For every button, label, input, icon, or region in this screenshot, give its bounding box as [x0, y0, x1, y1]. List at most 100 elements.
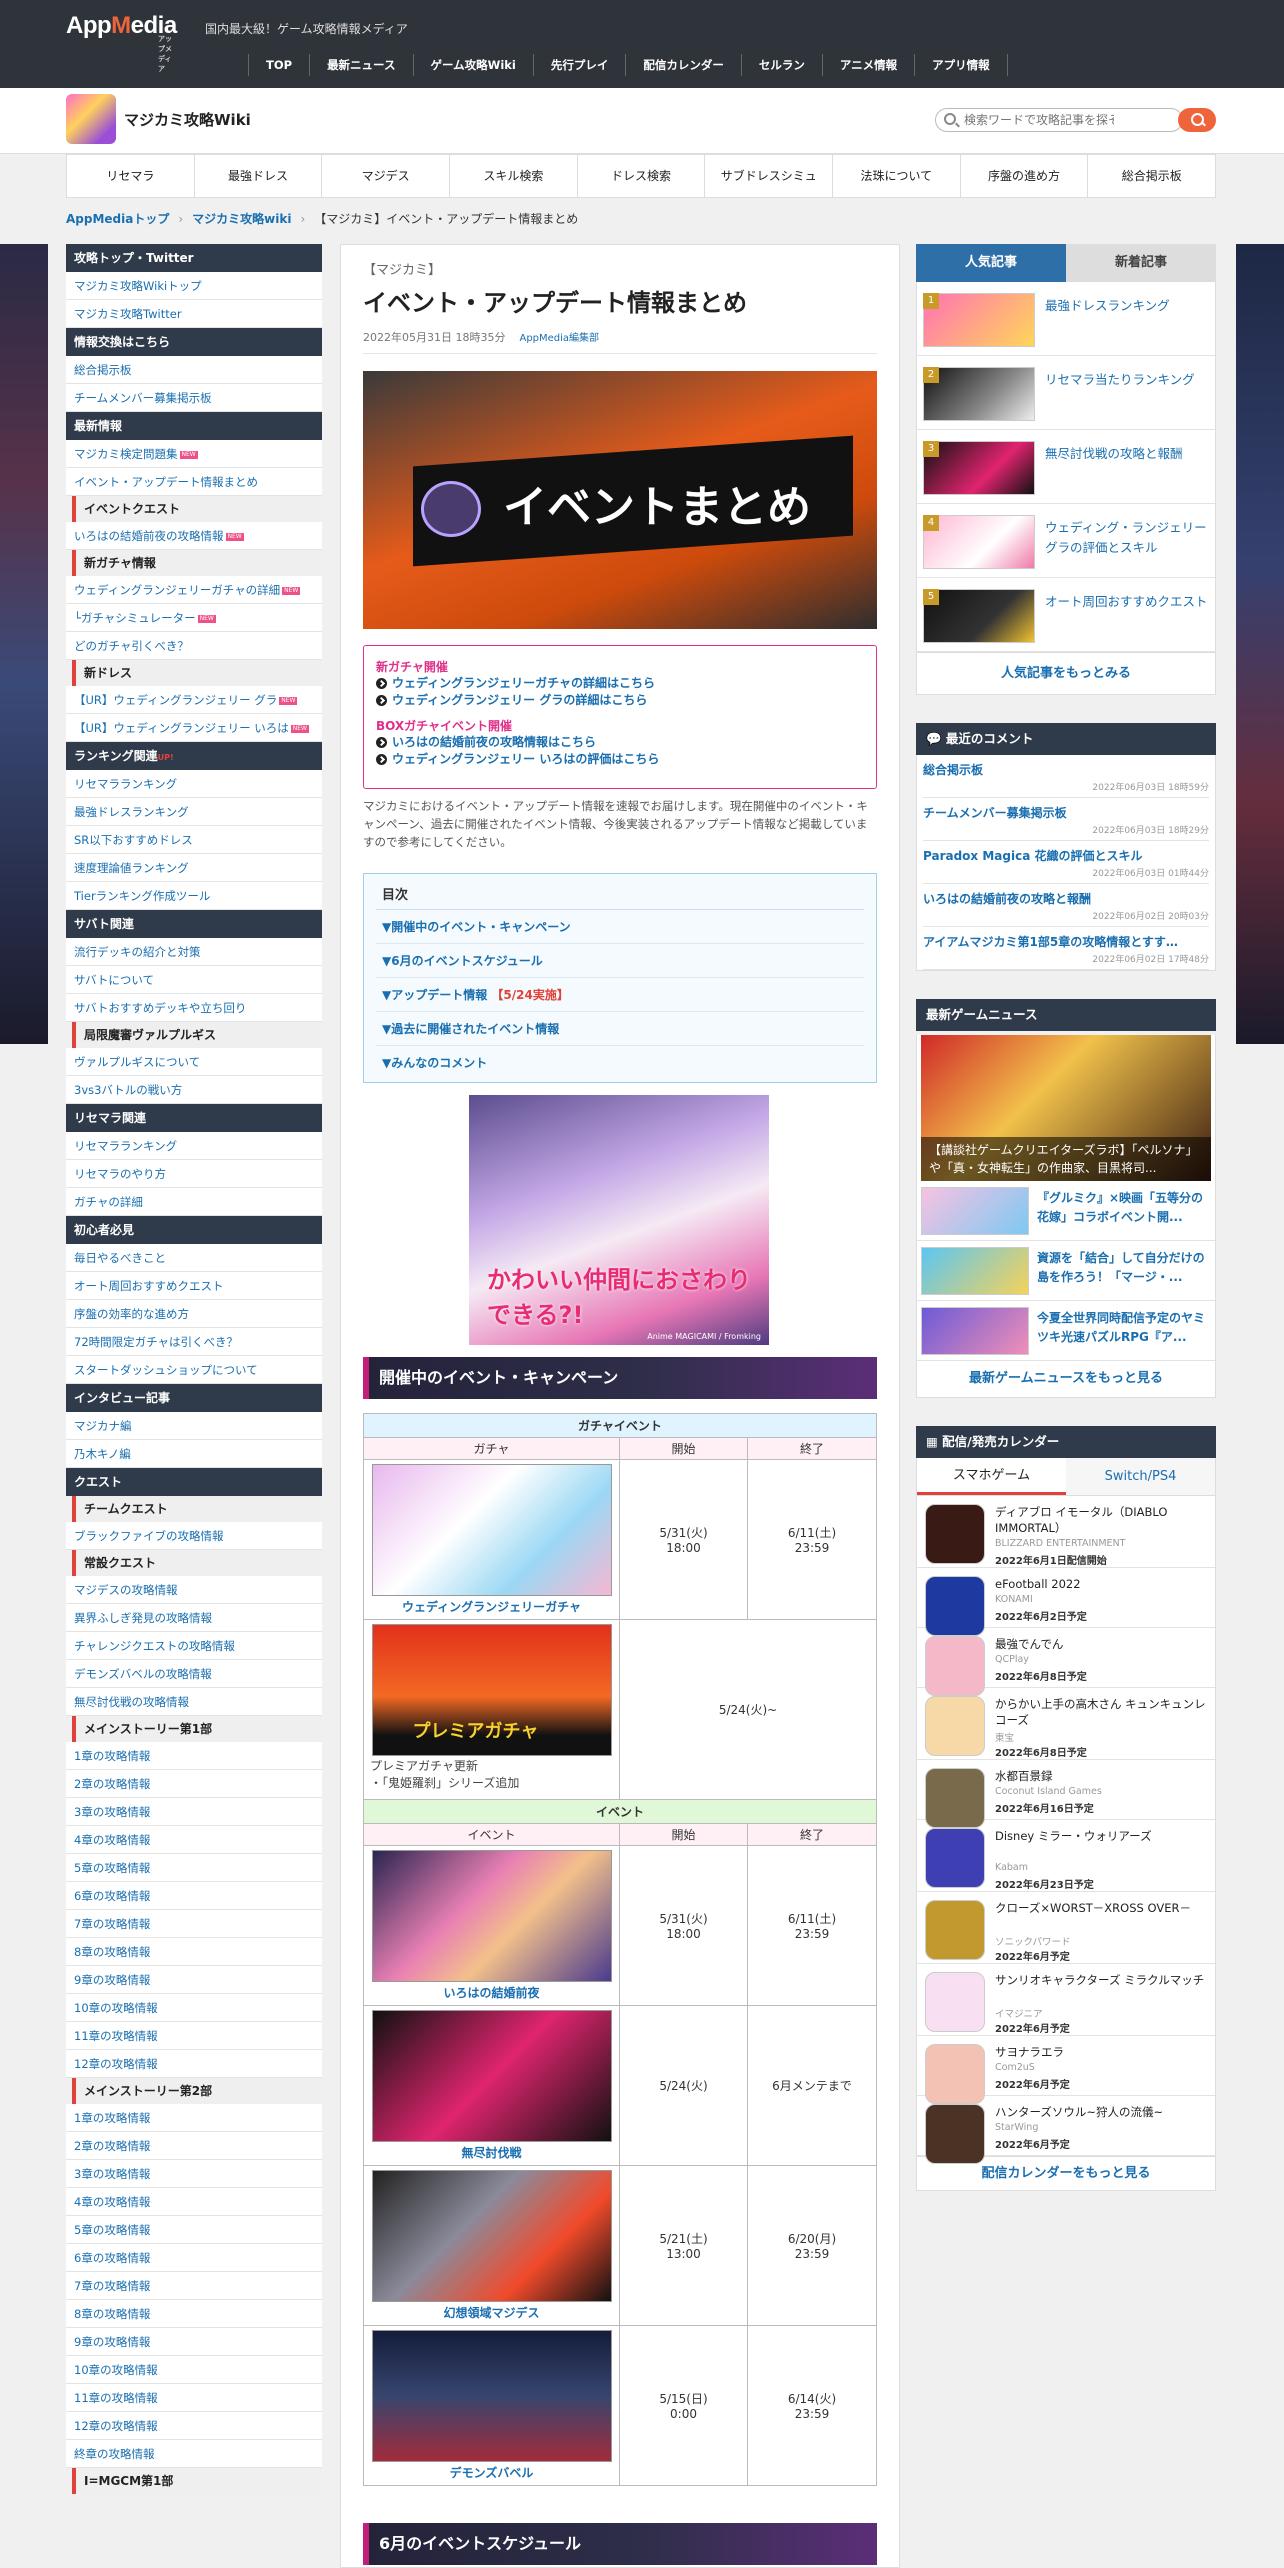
sidebar-link[interactable]: 7章の攻略情報: [66, 2272, 322, 2300]
sidebar-link[interactable]: マジカミ検定問題集 NEW: [66, 440, 322, 468]
sidebar-link[interactable]: リセマラのやり方: [66, 1160, 322, 1188]
news-feature[interactable]: 【講談社ゲームクリエイターズラボ】「ペルソナ」や「真・女神転生」の作曲家、目黒将…: [921, 1035, 1211, 1181]
sidebar-link[interactable]: 10章の攻略情報: [66, 2356, 322, 2384]
calendar-item[interactable]: ディアブロ イモータル（DIABLO IMMORTAL） BLIZZARD ENT…: [917, 1496, 1215, 1568]
nav-item[interactable]: TOP: [248, 54, 309, 76]
breadcrumb-wiki[interactable]: マジカミ攻略wiki: [192, 212, 291, 226]
premium-gacha-banner[interactable]: プレミアガチャ: [371, 1624, 612, 1756]
sidebar-link[interactable]: リセマラランキング: [66, 1132, 322, 1160]
event-name[interactable]: 無尽討伐戦: [364, 2144, 619, 2161]
sidebar-link[interactable]: イベント・アップデート情報まとめ: [66, 468, 322, 496]
news-item[interactable]: 『グルミク』×映画「五等分の花嫁」コラボイベント開...: [917, 1181, 1215, 1241]
side-banner-left[interactable]: [0, 244, 48, 1044]
nav-item[interactable]: 先行プレイ: [532, 54, 626, 76]
comment-item[interactable]: アイアムマジカミ第1部5章の攻略情報とすす… 2022年06月02日 17時48分: [923, 927, 1209, 970]
sidebar-link[interactable]: 【UR】ウェディングランジェリー いろは NEW: [66, 714, 322, 742]
sidebar-link[interactable]: 【UR】ウェディングランジェリー グラ NEW: [66, 686, 322, 714]
sidebar-link[interactable]: 3章の攻略情報: [66, 2160, 322, 2188]
sidebar-link[interactable]: 4章の攻略情報: [66, 2188, 322, 2216]
sidebar-link[interactable]: 11章の攻略情報: [66, 2384, 322, 2412]
wiki-nav-item[interactable]: サブドレスシミュ: [705, 155, 834, 197]
news-item[interactable]: 今夏全世界同時配信予定のヤミツキ光速パズルRPG『ア...: [917, 1301, 1215, 1361]
sidebar-link[interactable]: チャレンジクエストの攻略情報: [66, 1632, 322, 1660]
sidebar-link[interactable]: 6章の攻略情報: [66, 2244, 322, 2272]
sidebar-link[interactable]: SR以下おすすめドレス: [66, 826, 322, 854]
sidebar-link[interactable]: サバトについて: [66, 966, 322, 994]
search-input[interactable]: [964, 111, 1114, 129]
sidebar-link[interactable]: リセマラランキング: [66, 770, 322, 798]
comment-item[interactable]: いろはの結婚前夜の攻略と報酬 2022年06月02日 20時03分: [923, 884, 1209, 927]
popular-item[interactable]: 3 無尽討伐戦の攻略と報酬: [917, 430, 1215, 504]
wiki-nav-item[interactable]: 最強ドレス: [195, 155, 323, 197]
event-banner[interactable]: [371, 1850, 612, 1982]
calendar-item[interactable]: 水都百景録 Coconut Island Games 2022年6月16日予定: [917, 1760, 1215, 1828]
article-author[interactable]: AppMedia編集部: [519, 333, 599, 344]
wiki-nav-item[interactable]: スキル検索: [450, 155, 578, 197]
sidebar-link[interactable]: 2章の攻略情報: [66, 2132, 322, 2160]
sidebar-link[interactable]: 8章の攻略情報: [66, 2300, 322, 2328]
comment-item[interactable]: Paradox Magica 花織の評価とスキル 2022年06月03日 01時4…: [923, 841, 1209, 884]
sidebar-link[interactable]: 最強ドレスランキング: [66, 798, 322, 826]
sidebar-link[interactable]: 72時間限定ガチャは引くべき？: [66, 1328, 322, 1356]
sidebar-link[interactable]: 速度理論値ランキング: [66, 854, 322, 882]
sidebar-link[interactable]: どのガチャ引くべき？: [66, 632, 322, 660]
event-name[interactable]: デモンズバベル: [364, 2464, 619, 2481]
wiki-nav-item[interactable]: マジデス: [322, 155, 451, 197]
search-button[interactable]: [1178, 108, 1216, 132]
sidebar-link[interactable]: ウェディングランジェリーガチャの詳細 NEW: [66, 576, 322, 604]
nav-item[interactable]: セルラン: [740, 54, 822, 76]
sidebar-link[interactable]: 序盤の効率的な進め方: [66, 1300, 322, 1328]
sidebar-link[interactable]: 11章の攻略情報: [66, 2022, 322, 2050]
calendar-item[interactable]: eFootball 2022 KONAMI 2022年6月2日予定: [917, 1568, 1215, 1636]
event-banner[interactable]: [371, 2330, 612, 2462]
calendar-item[interactable]: クローズ×WORST－XROSS OVER－ ソニックパワード 2022年6月予定: [917, 1892, 1215, 1964]
sidebar-link[interactable]: 1章の攻略情報: [66, 2104, 322, 2132]
sidebar-link[interactable]: 10章の攻略情報: [66, 1994, 322, 2022]
comment-item[interactable]: 総合掲示板 2022年06月03日 18時59分: [923, 755, 1209, 798]
calendar-item[interactable]: サンリオキャラクターズ ミラクルマッチ イマジニア 2022年6月予定: [917, 1964, 1215, 2036]
sidebar-link[interactable]: いろはの結婚前夜の攻略情報 NEW: [66, 522, 322, 550]
wiki-nav-item[interactable]: 総合掲示板: [1088, 155, 1215, 197]
tab-console[interactable]: Switch/PS4: [1066, 1458, 1215, 1495]
sidebar-link[interactable]: 総合掲示板: [66, 356, 322, 384]
toc-item[interactable]: ▼6月のイベントスケジュール: [376, 944, 864, 978]
event-banner[interactable]: [371, 2010, 612, 2142]
calendar-item[interactable]: サヨナラエラ Com2uS 2022年6月予定: [917, 2036, 1215, 2104]
calendar-item[interactable]: ハンターズソウル~狩人の流儀~ StarWing 2022年6月予定: [917, 2096, 1215, 2164]
sidebar-link[interactable]: マジカミ攻略Wikiトップ: [66, 272, 322, 300]
nav-item[interactable]: 配信カレンダー: [625, 54, 741, 76]
tab-smartphone[interactable]: スマホゲーム: [917, 1458, 1066, 1495]
sidebar-link[interactable]: └ガチャシミュレーター NEW: [66, 604, 322, 632]
sidebar-link[interactable]: 3章の攻略情報: [66, 1798, 322, 1826]
notice-link[interactable]: ウェディングランジェリーガチャの詳細はこちら: [376, 675, 864, 692]
sidebar-link[interactable]: チームメンバー募集掲示板: [66, 384, 322, 412]
sidebar-link[interactable]: 6章の攻略情報: [66, 1882, 322, 1910]
event-name[interactable]: いろはの結婚前夜: [364, 1984, 619, 2001]
notice-link[interactable]: いろはの結婚前夜の攻略情報はこちら: [376, 734, 864, 751]
tab-popular[interactable]: 人気記事: [916, 244, 1066, 282]
sidebar-link[interactable]: 4章の攻略情報: [66, 1826, 322, 1854]
sidebar-link[interactable]: 2章の攻略情報: [66, 1770, 322, 1798]
comment-item[interactable]: チームメンバー募集掲示板 2022年06月03日 18時29分: [923, 798, 1209, 841]
wiki-title[interactable]: マジカミ攻略Wiki: [124, 109, 251, 130]
sidebar-link[interactable]: ヴァルプルギスについて: [66, 1048, 322, 1076]
sidebar-link[interactable]: 8章の攻略情報: [66, 1938, 322, 1966]
notice-link[interactable]: ウェディングランジェリー いろはの評価はこちら: [376, 751, 864, 768]
sidebar-link[interactable]: 毎日やるべきこと: [66, 1244, 322, 1272]
sidebar-link[interactable]: 終章の攻略情報: [66, 2440, 322, 2468]
calendar-item[interactable]: Disney ミラー・ウォリアーズ Kabam 2022年6月23日予定: [917, 1820, 1215, 1892]
sidebar-link[interactable]: 乃木キノ編: [66, 1440, 322, 1468]
sidebar-link[interactable]: 異界ふしぎ発見の攻略情報: [66, 1604, 322, 1632]
wiki-nav-item[interactable]: リセマラ: [67, 155, 195, 197]
sidebar-link[interactable]: ブラックファイブの攻略情報: [66, 1522, 322, 1550]
sidebar-link[interactable]: ガチャの詳細: [66, 1188, 322, 1216]
sidebar-link[interactable]: マジデスの攻略情報: [66, 1576, 322, 1604]
news-item[interactable]: 資源を「結合」して自分だけの島を作ろう！「マージ・...: [917, 1241, 1215, 1301]
breadcrumb-home[interactable]: AppMediaトップ: [66, 212, 169, 226]
notice-link[interactable]: ウェディングランジェリー グラの詳細はこちら: [376, 692, 864, 709]
gacha-name[interactable]: ウェディングランジェリーガチャ: [364, 1598, 619, 1615]
tab-new[interactable]: 新着記事: [1066, 244, 1216, 282]
toc-item[interactable]: ▼開催中のイベント・キャンペーン: [376, 910, 864, 944]
popular-item[interactable]: 4 ウェディング・ランジェリー グラの評価とスキル: [917, 504, 1215, 578]
popular-item[interactable]: 2 リセマラ当たりランキング: [917, 356, 1215, 430]
